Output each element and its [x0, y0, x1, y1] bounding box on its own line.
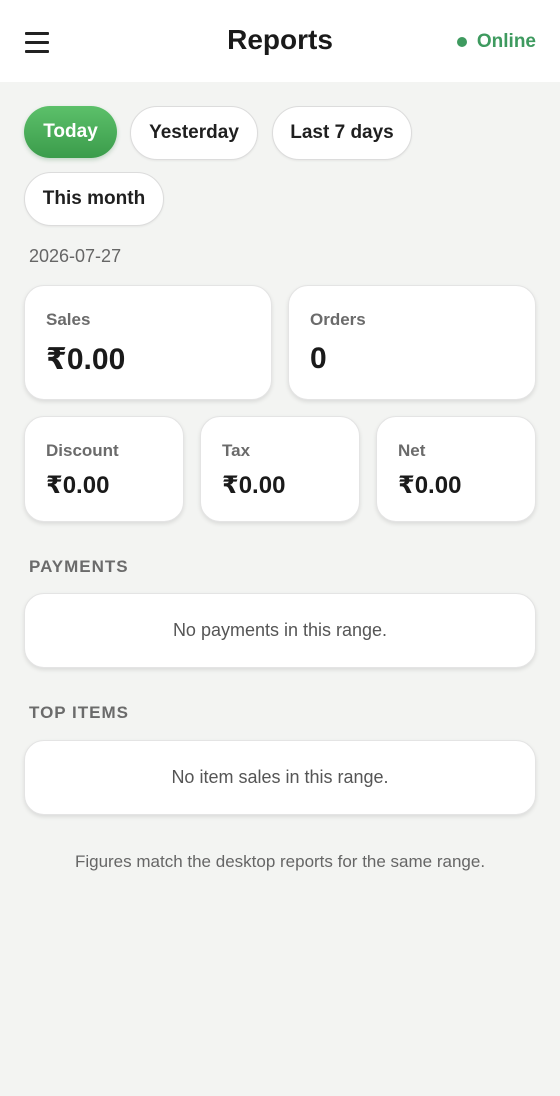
orders-label: Orders — [310, 310, 366, 329]
orders-value: 0 — [310, 342, 327, 375]
connection-status: Online — [456, 31, 536, 53]
status-label: Online — [476, 31, 536, 52]
footnote: Figures match the desktop reports for th… — [74, 852, 486, 871]
payments-empty-state: No payments in this range. — [24, 593, 536, 668]
filter-yesterday-chip[interactable]: Yesterday — [130, 106, 258, 160]
sales-card: Sales ₹0.00 — [24, 285, 272, 400]
sales-value: ₹0.00 — [46, 343, 126, 376]
net-label: Net — [398, 441, 426, 460]
net-value: ₹0.00 — [398, 472, 462, 499]
discount-value: ₹0.00 — [46, 472, 110, 499]
top-items-empty-state: No item sales in this range. — [24, 740, 536, 815]
discount-card: Discount ₹0.00 — [24, 416, 184, 522]
filter-today-chip[interactable]: Today — [24, 106, 117, 158]
tax-label: Tax — [222, 441, 251, 460]
filter-last-7-days-chip[interactable]: Last 7 days — [272, 106, 412, 160]
app-header: Reports Online — [0, 0, 560, 82]
payments-section-title: PAYMENTS — [29, 557, 129, 576]
tax-card: Tax ₹0.00 — [200, 416, 360, 522]
orders-card: Orders 0 — [288, 285, 536, 400]
report-date: 2026-07-27 — [29, 246, 122, 266]
tax-value: ₹0.00 — [222, 472, 286, 499]
sales-label: Sales — [46, 310, 91, 329]
net-card: Net ₹0.00 — [376, 416, 536, 522]
top-items-section-title: TOP ITEMS — [29, 703, 130, 722]
filter-this-month-chip[interactable]: This month — [24, 172, 164, 226]
discount-label: Discount — [46, 441, 119, 460]
status-dot-icon — [456, 37, 467, 47]
